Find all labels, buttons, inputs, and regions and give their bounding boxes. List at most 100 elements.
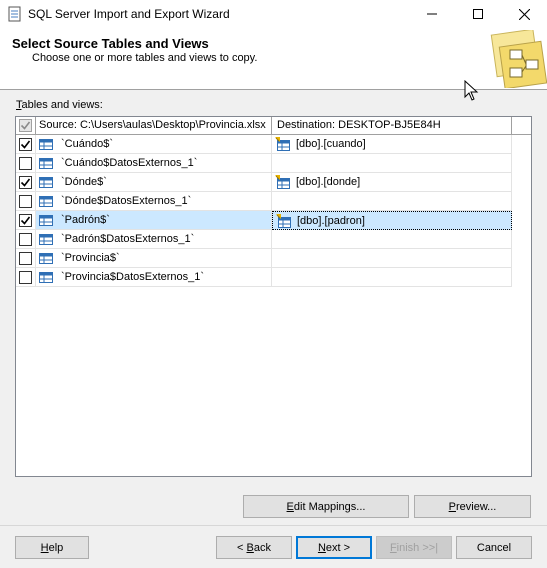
cancel-label: Cancel [476, 541, 512, 554]
back-prefix: < [237, 541, 247, 554]
preview-accel: P [448, 500, 456, 513]
source-name: `Provincia$DatosExternos_1` [61, 271, 205, 283]
table-icon [39, 158, 53, 169]
table-icon [39, 196, 53, 207]
row-checkbox[interactable] [19, 138, 32, 151]
next-button[interactable]: Next > [296, 536, 372, 559]
maximize-icon [473, 9, 483, 19]
table-icon [39, 272, 53, 283]
destination-cell[interactable] [272, 230, 512, 249]
next-accel: N [317, 541, 326, 554]
cancel-button[interactable]: Cancel [456, 536, 532, 559]
row-check-cell[interactable] [16, 192, 36, 211]
page-subtitle: Choose one or more tables and views to c… [32, 52, 258, 64]
source-name: `Padrón$DatosExternos_1` [61, 233, 195, 245]
source-cell[interactable]: `Cuándo$` [36, 135, 272, 154]
table-icon [39, 177, 53, 188]
source-cell[interactable]: `Provincia$DatosExternos_1` [36, 268, 272, 287]
destination-cell[interactable] [272, 249, 512, 268]
help-label: elp [48, 541, 64, 554]
window-title: SQL Server Import and Export Wizard [28, 7, 230, 21]
source-name: `Cuándo$DatosExternos_1` [61, 157, 198, 169]
back-button[interactable]: < Back [216, 536, 292, 559]
tables-views-label: Tables and views: [16, 99, 103, 111]
wizard-banner-icon [490, 30, 547, 88]
source-cell[interactable]: `Padrón$DatosExternos_1` [36, 230, 272, 249]
row-check-cell[interactable] [16, 154, 36, 173]
source-cell[interactable]: `Cuándo$DatosExternos_1` [36, 154, 272, 173]
row-check-cell[interactable] [16, 135, 36, 154]
source-name: `Dónde$DatosExternos_1` [61, 195, 192, 207]
table-row[interactable]: `Padrón$DatosExternos_1` [16, 230, 512, 249]
row-check-cell[interactable] [16, 230, 36, 249]
destination-name: [dbo].[padron] [297, 215, 365, 227]
row-checkbox[interactable] [19, 195, 32, 208]
source-name: `Provincia$` [61, 252, 120, 264]
help-button[interactable]: Help [15, 536, 89, 559]
finish-button: Finish >>| [376, 536, 452, 559]
destination-cell[interactable] [272, 268, 512, 287]
tables-grid[interactable]: Source: C:\Users\aulas\Desktop\Provincia… [15, 116, 532, 477]
row-checkbox[interactable] [19, 176, 32, 189]
edit-mappings-button[interactable]: Edit Mappings... [243, 495, 409, 518]
destination-cell[interactable] [272, 154, 512, 173]
source-column-header[interactable]: Source: C:\Users\aulas\Desktop\Provincia… [36, 117, 272, 135]
row-check-cell[interactable] [16, 249, 36, 268]
source-cell[interactable]: `Dónde$DatosExternos_1` [36, 192, 272, 211]
row-check-cell[interactable] [16, 211, 36, 230]
table-row[interactable]: `Dónde$` [dbo].[donde] [16, 173, 512, 192]
row-checkbox[interactable] [19, 157, 32, 170]
maximize-button[interactable] [455, 0, 501, 28]
edit-mappings-label: dit Mappings... [293, 500, 366, 513]
finish-accel: F [389, 541, 397, 554]
row-check-cell[interactable] [16, 173, 36, 192]
table-row[interactable]: `Cuándo$DatosExternos_1` [16, 154, 512, 173]
source-cell[interactable]: `Padrón$` [36, 211, 272, 230]
table-row[interactable]: `Provincia$DatosExternos_1` [16, 268, 512, 287]
destination-cell[interactable] [272, 192, 512, 211]
next-label: ext > [325, 541, 351, 554]
row-checkbox[interactable] [19, 271, 32, 284]
source-cell[interactable]: `Dónde$` [36, 173, 272, 192]
row-checkbox[interactable] [19, 233, 32, 246]
check-icon [20, 216, 31, 225]
source-name: `Dónde$` [61, 176, 107, 188]
table-icon [39, 253, 53, 264]
table-icon [39, 139, 53, 150]
new-table-icon [276, 214, 292, 228]
new-table-icon [275, 175, 291, 189]
source-name: `Padrón$` [61, 214, 110, 226]
check-icon [20, 140, 31, 149]
finish-label: inish >>| [396, 541, 439, 554]
row-check-cell[interactable] [16, 268, 36, 287]
close-button[interactable] [501, 0, 547, 28]
destination-column-header[interactable]: Destination: DESKTOP-BJ5E84H [272, 117, 512, 135]
select-all-checkbox[interactable] [19, 119, 32, 132]
preview-button[interactable]: Preview... [414, 495, 531, 518]
back-label: ack [253, 541, 271, 554]
preview-label: review... [455, 500, 497, 513]
new-table-icon [275, 137, 291, 151]
table-row[interactable]: `Provincia$` [16, 249, 512, 268]
select-all-cell[interactable] [16, 117, 36, 135]
row-checkbox[interactable] [19, 252, 32, 265]
destination-name: [dbo].[cuando] [296, 138, 366, 150]
table-icon [39, 234, 53, 245]
minimize-button[interactable] [409, 0, 455, 28]
check-icon [20, 178, 31, 187]
page-title: Select Source Tables and Views [12, 36, 209, 51]
destination-cell[interactable]: [dbo].[donde] [272, 173, 512, 192]
app-icon [8, 6, 21, 22]
table-icon [39, 215, 53, 226]
back-accel: B [246, 541, 254, 554]
table-row[interactable]: `Cuándo$` [dbo].[cuando] [16, 135, 512, 154]
source-cell[interactable]: `Provincia$` [36, 249, 272, 268]
source-name: `Cuándo$` [61, 138, 113, 150]
table-row[interactable]: `Padrón$` [dbo].[padron] [16, 211, 512, 230]
mouse-cursor-icon [464, 80, 479, 101]
table-row[interactable]: `Dónde$DatosExternos_1` [16, 192, 512, 211]
destination-cell[interactable]: [dbo].[padron] [272, 211, 512, 230]
destination-cell[interactable]: [dbo].[cuando] [272, 135, 512, 154]
help-accel: H [40, 541, 49, 554]
row-checkbox[interactable] [19, 214, 32, 227]
